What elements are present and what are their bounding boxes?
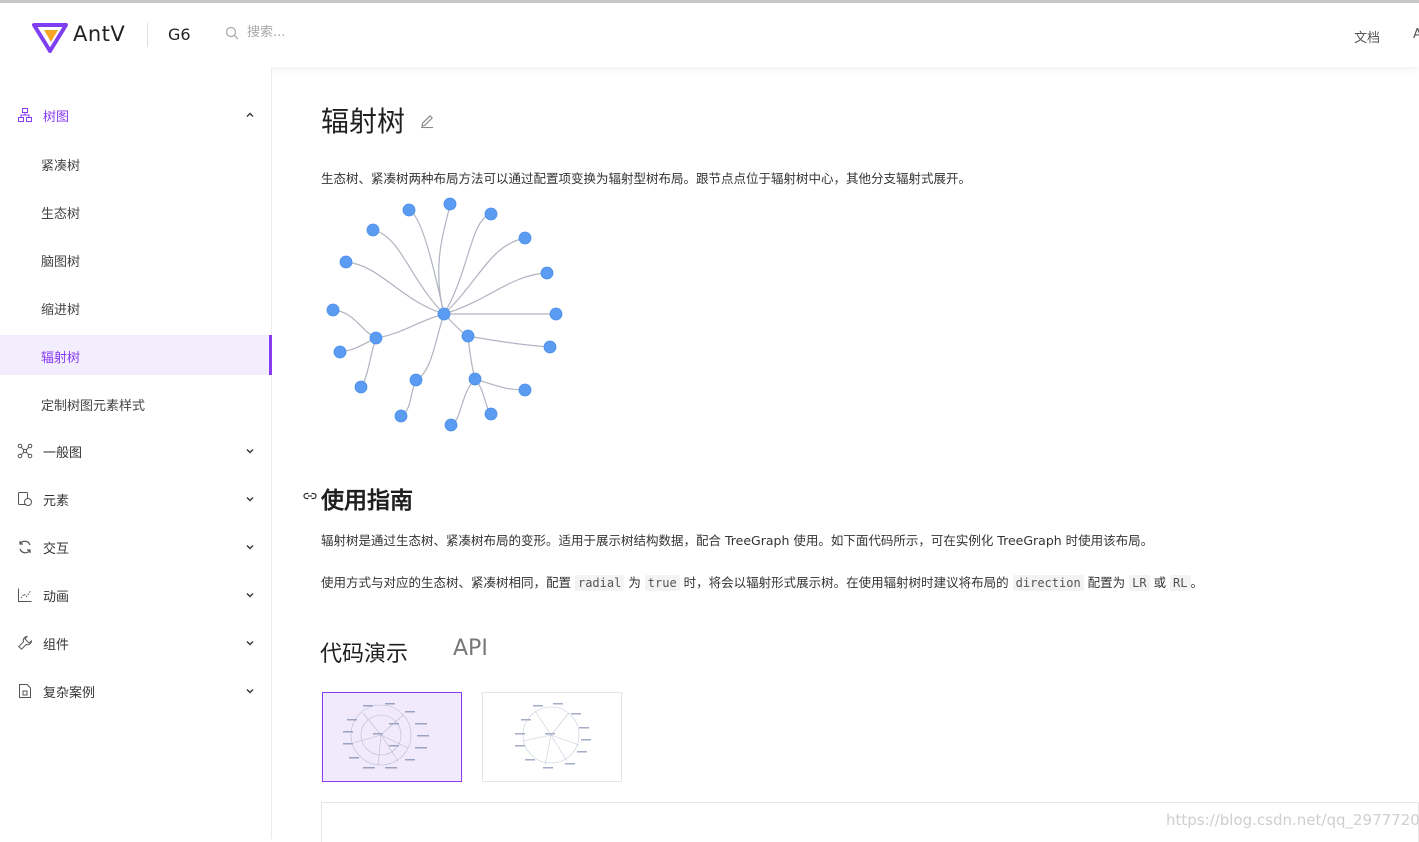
- guide-heading: 使用指南: [321, 488, 413, 514]
- sidebar: 树图 紧凑树 生态树 脑图树 缩进树 辐射树 定制树图元素样式 一般图 元素 交…: [0, 67, 272, 839]
- tree-node: [354, 380, 368, 394]
- tab-code-demo[interactable]: 代码演示: [317, 636, 409, 668]
- guide-paragraph-2: 使用方式与对应的生态树、紧凑树相同，配置 radial 为 true 时，将会以…: [321, 572, 1203, 591]
- code-rl: RL: [1170, 575, 1191, 591]
- nav-docs-link[interactable]: 文档: [1354, 27, 1380, 46]
- file-icon: [19, 684, 31, 698]
- chevron-down-icon: [246, 593, 254, 598]
- tree-node: [369, 331, 383, 345]
- tree-graph-icon: [18, 108, 32, 122]
- radial-tree-illustration: [326, 197, 563, 432]
- sidebar-group-components[interactable]: 组件: [0, 623, 272, 663]
- sidebar-group-complex-cases[interactable]: 复杂案例: [0, 671, 272, 711]
- sidebar-item-indented-tree[interactable]: 缩进树: [0, 287, 272, 327]
- tree-node: [518, 231, 532, 245]
- code-direction: direction: [1012, 575, 1084, 591]
- tree-node: [402, 203, 416, 217]
- sidebar-item-radial-tree[interactable]: 辐射树: [0, 335, 272, 375]
- tree-node: [518, 383, 532, 397]
- code-radial: radial: [574, 575, 625, 591]
- sidebar-group-elements[interactable]: 元素: [0, 479, 272, 519]
- chevron-down-icon: [246, 545, 254, 550]
- thumbnail-radial-tree-image: [515, 703, 591, 769]
- tree-node: [484, 407, 498, 421]
- thumbnail-radial-tree-image: [343, 703, 429, 769]
- sidebar-group-label: 树图: [43, 110, 70, 125]
- demo-thumbnail-2[interactable]: [482, 692, 622, 782]
- sidebar-item-label: 定制树图元素样式: [41, 399, 146, 414]
- code-lr: LR: [1129, 575, 1150, 591]
- sidebar-item-label: 生态树: [41, 207, 81, 222]
- tree-node: [484, 207, 498, 221]
- guide-text: 或: [1149, 575, 1171, 590]
- sidebar-group-label: 组件: [43, 638, 70, 653]
- chevron-down-icon: [246, 449, 254, 454]
- guide-text: 时，将会以辐射形式展示树。在使用辐射树时建议将布局的: [679, 575, 1013, 590]
- sidebar-group-animation[interactable]: 动画: [0, 575, 272, 615]
- tree-node: [543, 340, 557, 354]
- network-icon: [17, 443, 33, 459]
- sidebar-item-custom-tree-style[interactable]: 定制树图元素样式: [0, 383, 272, 423]
- tree-node: [366, 223, 380, 237]
- brand-name[interactable]: AntV: [73, 22, 125, 46]
- tree-node: [443, 197, 457, 211]
- chevron-down-icon: [246, 497, 254, 502]
- chart-icon: [18, 588, 32, 602]
- sidebar-group-tree[interactable]: 树图: [0, 95, 272, 135]
- tree-node: [409, 373, 423, 387]
- tab-api[interactable]: API: [453, 636, 488, 661]
- search-box[interactable]: [225, 25, 387, 40]
- tree-node: [444, 418, 458, 432]
- sidebar-item-label: 紧凑树: [41, 159, 81, 174]
- sidebar-item-compact-tree[interactable]: 紧凑树: [0, 143, 272, 183]
- guide-text: 为: [624, 575, 645, 590]
- product-name[interactable]: G6: [168, 25, 191, 44]
- anchor-link-icon[interactable]: [302, 489, 318, 503]
- sidebar-item-label: 缩进树: [41, 303, 81, 318]
- edit-icon[interactable]: [419, 113, 435, 129]
- sidebar-group-label: 元素: [43, 494, 70, 509]
- sidebar-item-dendrogram[interactable]: 生态树: [0, 191, 272, 231]
- top-header: AntV G6 文档 A: [0, 3, 1419, 67]
- tree-node-root: [437, 307, 451, 321]
- tree-node: [461, 329, 475, 343]
- guide-text: 使用方式与对应的生态树、紧凑树相同，配置: [321, 575, 575, 590]
- tree-node: [326, 303, 340, 317]
- tree-node: [333, 345, 347, 359]
- chevron-down-icon: [246, 689, 254, 694]
- guide-text: 配置为: [1083, 575, 1130, 590]
- intro-paragraph: 生态树、紧凑树两种布局方法可以通过配置项变换为辐射型树布局。跟节点点位于辐射树中…: [321, 171, 972, 186]
- nav-more-link[interactable]: A: [1413, 27, 1419, 42]
- tree-node: [468, 372, 482, 386]
- antv-logo-icon[interactable]: [32, 21, 68, 53]
- guide-paragraph-1: 辐射树是通过生态树、紧凑树布局的变形。适用于展示树结构数据，配合 TreeGra…: [321, 533, 1154, 548]
- sync-icon: [19, 540, 31, 554]
- sidebar-item-label: 辐射树: [41, 351, 81, 366]
- sidebar-item-mindmap[interactable]: 脑图树: [0, 239, 272, 279]
- tool-icon: [18, 635, 33, 650]
- tree-node: [540, 266, 554, 280]
- page-title: 辐射树: [321, 105, 406, 138]
- demo-thumbnail-1[interactable]: [322, 692, 462, 782]
- tree-node: [339, 255, 353, 269]
- shapes-icon: [18, 492, 32, 506]
- code-true: true: [644, 575, 680, 591]
- sidebar-group-label: 交互: [43, 542, 70, 557]
- sidebar-group-interaction[interactable]: 交互: [0, 527, 272, 567]
- sidebar-group-label: 动画: [43, 590, 70, 605]
- guide-text: 。: [1190, 575, 1204, 590]
- sidebar-group-label: 一般图: [43, 446, 83, 461]
- sidebar-group-general-graph[interactable]: 一般图: [0, 431, 272, 471]
- header-divider: [147, 23, 148, 47]
- tree-node: [549, 307, 563, 321]
- sidebar-group-label: 复杂案例: [43, 686, 96, 701]
- search-input[interactable]: [247, 25, 387, 40]
- chevron-up-icon: [246, 112, 254, 117]
- watermark-text: https://blog.csdn.net/qq_29777207: [1166, 811, 1419, 829]
- tree-node: [394, 409, 408, 423]
- search-icon: [225, 26, 239, 39]
- sidebar-item-label: 脑图树: [41, 255, 81, 270]
- chevron-down-icon: [246, 641, 254, 646]
